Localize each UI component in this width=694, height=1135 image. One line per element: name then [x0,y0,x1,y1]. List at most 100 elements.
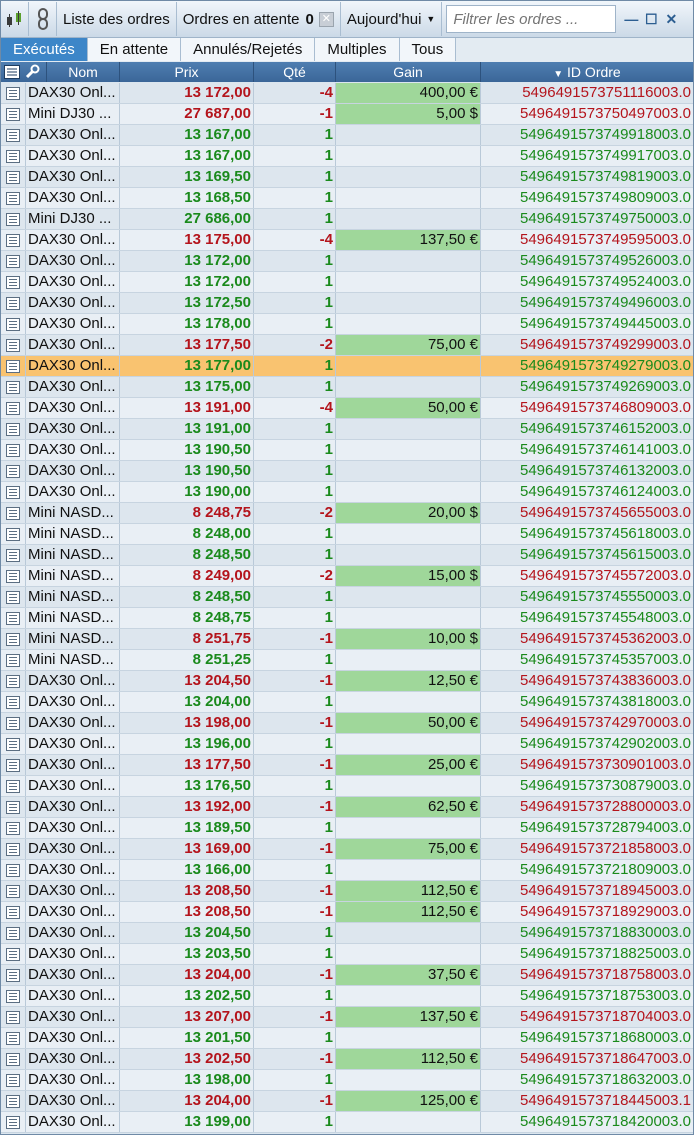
row-detail-cell[interactable] [1,1049,26,1069]
row-detail-cell[interactable] [1,125,26,145]
list-icon[interactable] [4,65,20,79]
row-detail-cell[interactable] [1,671,26,691]
order-detail-icon[interactable] [6,653,20,667]
table-row[interactable]: DAX30 Onl... 13 190,50 1 549649157374614100… [1,440,693,461]
order-detail-icon[interactable] [6,527,20,541]
table-row[interactable]: DAX30 Onl... 13 207,00 -1 137,50 € 549649157… [1,1007,693,1028]
order-detail-icon[interactable] [6,233,20,247]
row-detail-cell[interactable] [1,482,26,502]
row-detail-cell[interactable] [1,566,26,586]
table-row[interactable]: DAX30 Onl... 13 172,00 1 549649157374952400… [1,272,693,293]
row-detail-cell[interactable] [1,923,26,943]
table-row[interactable]: Mini NASD... 8 248,75 1 5496491573745548003… [1,608,693,629]
row-detail-cell[interactable] [1,881,26,901]
table-row[interactable]: DAX30 Onl... 13 190,50 1 549649157374613200… [1,461,693,482]
row-detail-cell[interactable] [1,839,26,859]
order-detail-icon[interactable] [6,884,20,898]
order-detail-icon[interactable] [6,338,20,352]
order-detail-icon[interactable] [6,1010,20,1024]
header-name[interactable]: Nom [47,62,120,82]
row-detail-cell[interactable] [1,860,26,880]
table-row[interactable]: DAX30 Onl... 13 177,00 1 549649157374927900… [1,356,693,377]
tab-pending[interactable]: En attente [87,38,182,61]
order-detail-icon[interactable] [6,758,20,772]
table-row[interactable]: Mini NASD... 8 251,25 1 5496491573745357003… [1,650,693,671]
table-row[interactable]: DAX30 Onl... 13 202,50 -1 112,50 € 549649157… [1,1049,693,1070]
order-detail-icon[interactable] [6,947,20,961]
close-icon[interactable]: ✕ [664,12,678,26]
table-row[interactable]: DAX30 Onl... 13 178,00 1 549649157374944500… [1,314,693,335]
order-detail-icon[interactable] [6,800,20,814]
row-detail-cell[interactable] [1,986,26,1006]
header-qty[interactable]: Qté [254,62,336,82]
order-detail-icon[interactable] [6,989,20,1003]
order-detail-icon[interactable] [6,716,20,730]
header-price[interactable]: Prix [120,62,254,82]
order-detail-icon[interactable] [6,737,20,751]
order-detail-icon[interactable] [6,86,20,100]
order-detail-icon[interactable] [6,1094,20,1108]
row-detail-cell[interactable] [1,1007,26,1027]
table-row[interactable]: DAX30 Onl... 13 196,00 1 549649157374290200… [1,734,693,755]
order-detail-icon[interactable] [6,380,20,394]
row-detail-cell[interactable] [1,314,26,334]
order-detail-icon[interactable] [6,275,20,289]
table-row[interactable]: DAX30 Onl... 13 172,00 1 549649157374952600… [1,251,693,272]
tab-executed[interactable]: Exécutés [1,38,88,61]
row-detail-cell[interactable] [1,587,26,607]
table-row[interactable]: DAX30 Onl... 13 191,00 1 549649157374615200… [1,419,693,440]
order-detail-icon[interactable] [6,485,20,499]
chart-candles-icon[interactable] [1,2,29,36]
order-detail-icon[interactable] [6,842,20,856]
order-detail-icon[interactable] [6,401,20,415]
row-detail-cell[interactable] [1,608,26,628]
row-detail-cell[interactable] [1,797,26,817]
table-row[interactable]: DAX30 Onl... 13 203,50 1 549649157371882500… [1,944,693,965]
row-detail-cell[interactable] [1,230,26,250]
row-detail-cell[interactable] [1,398,26,418]
row-detail-cell[interactable] [1,545,26,565]
table-row[interactable]: DAX30 Onl... 13 204,50 1 549649157371883000… [1,923,693,944]
order-detail-icon[interactable] [6,1073,20,1087]
row-detail-cell[interactable] [1,692,26,712]
table-row[interactable]: DAX30 Onl... 13 172,00 -4 400,00 € 549649157… [1,83,693,104]
filter-input[interactable] [446,5,617,33]
table-row[interactable]: DAX30 Onl... 13 169,50 1 549649157374981900… [1,167,693,188]
table-row[interactable]: DAX30 Onl... 13 177,50 -1 25,00 € 5496491573… [1,755,693,776]
table-row[interactable]: Mini NASD... 8 248,50 1 5496491573745615003… [1,545,693,566]
minimize-icon[interactable]: — [624,12,638,26]
table-row[interactable]: DAX30 Onl... 13 204,00 1 549649157374381800… [1,692,693,713]
order-detail-icon[interactable] [6,611,20,625]
clear-icon[interactable]: ✕ [318,11,334,27]
row-detail-cell[interactable] [1,944,26,964]
table-row[interactable]: DAX30 Onl... 13 198,00 -1 50,00 € 5496491573… [1,713,693,734]
order-detail-icon[interactable] [6,1115,20,1129]
table-row[interactable]: DAX30 Onl... 13 198,00 1 549649157371863200… [1,1070,693,1091]
row-detail-cell[interactable] [1,902,26,922]
order-detail-icon[interactable] [6,632,20,646]
row-detail-cell[interactable] [1,734,26,754]
table-row[interactable]: DAX30 Onl... 13 192,00 -1 62,50 € 5496491573… [1,797,693,818]
row-detail-cell[interactable] [1,104,26,124]
row-detail-cell[interactable] [1,293,26,313]
order-detail-icon[interactable] [6,674,20,688]
orders-list-button[interactable]: Liste des ordres [57,2,177,36]
row-detail-cell[interactable] [1,146,26,166]
table-row[interactable]: DAX30 Onl... 13 167,00 1 549649157374991700… [1,146,693,167]
order-detail-icon[interactable] [6,317,20,331]
row-detail-cell[interactable] [1,377,26,397]
row-detail-cell[interactable] [1,965,26,985]
row-detail-cell[interactable] [1,251,26,271]
date-filter-dropdown[interactable]: Aujourd'hui ▼ [341,2,443,36]
order-detail-icon[interactable] [6,1031,20,1045]
order-detail-icon[interactable] [6,128,20,142]
order-detail-icon[interactable] [6,422,20,436]
row-detail-cell[interactable] [1,1091,26,1111]
row-detail-cell[interactable] [1,503,26,523]
table-row[interactable]: DAX30 Onl... 13 189,50 1 549649157372879400… [1,818,693,839]
table-row[interactable]: DAX30 Onl... 13 168,50 1 549649157374980900… [1,188,693,209]
order-detail-icon[interactable] [6,548,20,562]
row-detail-cell[interactable] [1,356,26,376]
row-detail-cell[interactable] [1,629,26,649]
table-row[interactable]: DAX30 Onl... 13 172,50 1 549649157374949600… [1,293,693,314]
